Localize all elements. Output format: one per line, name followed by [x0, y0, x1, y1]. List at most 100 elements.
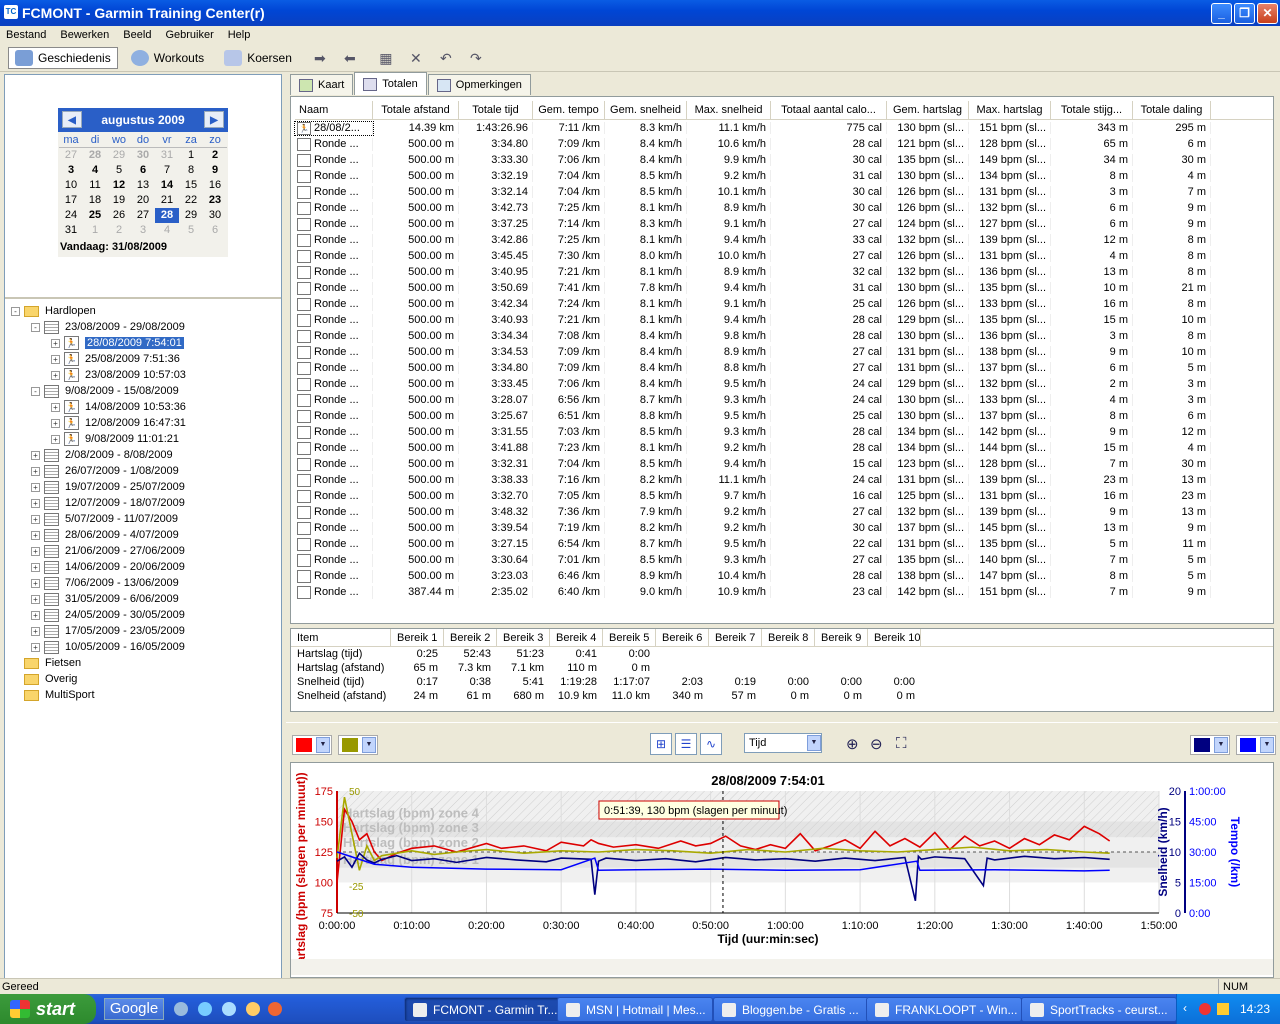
- calendar-day[interactable]: 8: [179, 163, 203, 178]
- tree-item[interactable]: +5/07/2009 - 11/07/2009: [5, 511, 281, 527]
- pace-color-dropdown[interactable]: ▼: [1236, 735, 1276, 755]
- menu-beeld[interactable]: Beeld: [123, 29, 151, 41]
- calendar-day[interactable]: 1: [83, 223, 107, 238]
- security-icon[interactable]: [1217, 1003, 1229, 1015]
- table-row[interactable]: 🏃 28/08/2... 14.39 km 1:43:26.96 7:11 /km 8.3…: [294, 120, 1273, 136]
- expand-icon[interactable]: +: [51, 370, 60, 380]
- calendar-day[interactable]: 5: [107, 163, 131, 178]
- tree-item[interactable]: +31/05/2009 - 6/06/2009: [5, 591, 281, 607]
- calendar-day[interactable]: 6: [203, 223, 227, 238]
- crosshair-icon[interactable]: ⊞: [650, 733, 672, 755]
- quicklaunch-icon[interactable]: [174, 1002, 188, 1016]
- menu-gebruiker[interactable]: Gebruiker: [165, 29, 213, 41]
- zone-column-header[interactable]: Bereik 1: [391, 628, 444, 647]
- tree-item[interactable]: - Hardlopen: [5, 303, 281, 319]
- calendar-day[interactable]: 17: [59, 193, 83, 208]
- expand-icon[interactable]: +: [31, 642, 40, 652]
- send-to-device-icon[interactable]: ➡: [309, 49, 331, 67]
- table-row[interactable]: Ronde ... 500.00 m 3:30.64 7:01 /km 8.5 km/h…: [295, 552, 1273, 568]
- x-axis-select[interactable]: Tijd ▼: [744, 733, 822, 753]
- redo-icon[interactable]: ↷: [465, 49, 487, 67]
- tree-item[interactable]: +17/05/2009 - 23/05/2009: [5, 623, 281, 639]
- calendar-day[interactable]: 1: [179, 148, 203, 163]
- quicklaunch-icon[interactable]: [222, 1002, 236, 1016]
- expand-icon[interactable]: +: [31, 450, 40, 460]
- tree-item[interactable]: +10/05/2009 - 16/05/2009: [5, 639, 281, 655]
- elevation-color-dropdown[interactable]: ▼: [338, 735, 378, 755]
- ie-icon[interactable]: [198, 1002, 212, 1016]
- calendar-day[interactable]: 16: [203, 178, 227, 193]
- calendar-day[interactable]: 12: [107, 178, 131, 193]
- tree-item[interactable]: + 🏃 9/08/2009 11:01:21: [5, 431, 281, 447]
- calendar-day[interactable]: 3: [59, 163, 83, 178]
- hr-color-dropdown[interactable]: ▼: [292, 735, 332, 755]
- prev-month-button[interactable]: ◀: [62, 111, 82, 128]
- graph-area[interactable]: Hartslag (bpm) zone 4 Hartslag (bpm) zone…: [290, 762, 1274, 978]
- calendar-day[interactable]: 24: [59, 208, 83, 223]
- calendar-day[interactable]: 20: [131, 193, 155, 208]
- table-row[interactable]: Ronde ... 500.00 m 3:28.07 6:56 /km 8.7 km/h…: [295, 392, 1273, 408]
- tree-item[interactable]: - 23/08/2009 - 29/08/2009: [5, 319, 281, 335]
- table-row[interactable]: Ronde ... 500.00 m 3:42.73 7:25 /km 8.1 km/h…: [295, 200, 1273, 216]
- search-icon[interactable]: [246, 1002, 260, 1016]
- table-row[interactable]: Ronde ... 500.00 m 3:34.53 7:09 /km 8.4 km/h…: [295, 344, 1273, 360]
- tree-item[interactable]: + 🏃 23/08/2009 10:57:03: [5, 367, 281, 383]
- calendar-day[interactable]: 27: [131, 208, 155, 223]
- expand-icon[interactable]: +: [31, 498, 40, 508]
- column-header[interactable]: Totaal aantal calo...: [771, 100, 887, 120]
- google-toolbar[interactable]: Google: [104, 998, 164, 1020]
- calendar-day[interactable]: 29: [107, 148, 131, 163]
- calendar-day[interactable]: 13: [131, 178, 155, 193]
- tree-item[interactable]: +19/07/2009 - 25/07/2009: [5, 479, 281, 495]
- calendar-day[interactable]: 27: [59, 148, 83, 163]
- taskbar-button[interactable]: Bloggen.be - Gratis ...: [713, 997, 869, 1022]
- expand-icon[interactable]: +: [51, 354, 60, 364]
- calendar-day[interactable]: 25: [83, 208, 107, 223]
- zoom-in-icon[interactable]: ⊕: [846, 735, 859, 753]
- zones-toggle-icon[interactable]: ☰: [675, 733, 697, 755]
- tree-item[interactable]: +26/07/2009 - 1/08/2009: [5, 463, 281, 479]
- courses-button[interactable]: Koersen: [217, 47, 299, 69]
- table-row[interactable]: Ronde ... 387.44 m 2:35.02 6:40 /km 9.0 km/h…: [295, 584, 1273, 600]
- menu-bestand[interactable]: Bestand: [6, 29, 46, 41]
- calendar-day[interactable]: 19: [107, 193, 131, 208]
- next-month-button[interactable]: ▶: [204, 111, 224, 128]
- calendar-day[interactable]: 29: [179, 208, 203, 223]
- tree-item[interactable]: +28/06/2009 - 4/07/2009: [5, 527, 281, 543]
- collapse-icon[interactable]: -: [11, 306, 20, 316]
- tree-item[interactable]: + 🏃 12/08/2009 16:47:31: [5, 415, 281, 431]
- table-row[interactable]: Ronde ... 500.00 m 3:41.88 7:23 /km 8.1 km/h…: [295, 440, 1273, 456]
- taskbar-button[interactable]: FRANKLOOPT - Win...: [866, 997, 1022, 1022]
- calendar-day[interactable]: 28: [83, 148, 107, 163]
- zoom-fit-icon[interactable]: ⛶: [896, 735, 907, 752]
- collapse-icon[interactable]: -: [31, 322, 40, 332]
- tree-item[interactable]: + 🏃 25/08/2009 7:51:36: [5, 351, 281, 367]
- calendar-day[interactable]: 31: [155, 148, 179, 163]
- table-row[interactable]: Ronde ... 500.00 m 3:34.80 7:09 /km 8.4 km/h…: [295, 360, 1273, 376]
- calendar-day[interactable]: 23: [203, 193, 227, 208]
- calendar-day[interactable]: 22: [179, 193, 203, 208]
- calendar-day[interactable]: 18: [83, 193, 107, 208]
- table-row[interactable]: Ronde ... 500.00 m 3:25.67 6:51 /km 8.8 km/h…: [295, 408, 1273, 424]
- tree-item[interactable]: MultiSport: [5, 687, 281, 703]
- table-row[interactable]: Ronde ... 500.00 m 3:39.54 7:19 /km 8.2 km/h…: [295, 520, 1273, 536]
- column-header[interactable]: Totale tijd: [459, 100, 533, 120]
- calendar-day[interactable]: 7: [155, 163, 179, 178]
- clock[interactable]: 14:23: [1240, 1002, 1270, 1016]
- calendar-day[interactable]: 4: [155, 223, 179, 238]
- table-row[interactable]: Ronde ... 500.00 m 3:40.93 7:21 /km 8.1 km/h…: [295, 312, 1273, 328]
- title-bar[interactable]: TC FCMONT - Garmin Training Center(r) _ …: [0, 0, 1280, 26]
- calendar-day[interactable]: 9: [203, 163, 227, 178]
- calendar-day[interactable]: 3: [131, 223, 155, 238]
- menu-help[interactable]: Help: [228, 29, 251, 41]
- maximize-button[interactable]: ❐: [1234, 3, 1255, 24]
- zone-column-header[interactable]: Bereik 8: [762, 628, 815, 647]
- zone-column-header[interactable]: Bereik 6: [656, 628, 709, 647]
- calendar-day[interactable]: 2: [107, 223, 131, 238]
- device-icon[interactable]: ▦: [375, 49, 397, 67]
- column-header[interactable]: Totale daling: [1133, 100, 1211, 120]
- column-header[interactable]: Totale afstand: [373, 100, 459, 120]
- calendar-today[interactable]: Vandaag: 31/08/2009: [58, 238, 228, 257]
- calendar-day[interactable]: 30: [203, 208, 227, 223]
- expand-icon[interactable]: +: [31, 530, 40, 540]
